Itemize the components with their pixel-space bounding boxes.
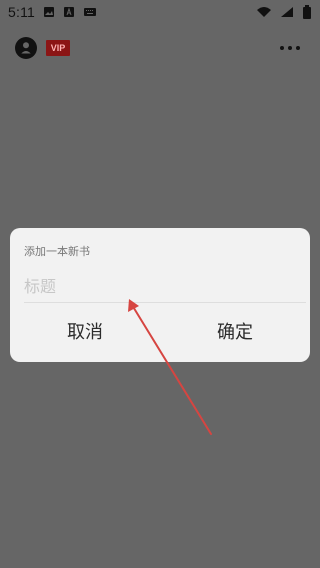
dialog-title: 添加一本新书 <box>24 245 90 258</box>
more-horizontal-icon[interactable] <box>280 41 300 55</box>
confirm-button[interactable]: 确定 <box>160 316 310 350</box>
status-left: 5:11 <box>8 4 97 20</box>
status-right <box>256 5 312 19</box>
more-dot-1 <box>280 46 284 50</box>
vip-badge[interactable]: VIP <box>46 40 70 56</box>
book-title-input[interactable] <box>24 270 306 303</box>
user-avatar-icon[interactable] <box>15 37 37 59</box>
cancel-button[interactable]: 取消 <box>10 316 160 350</box>
dialog-actions: 取消 确定 <box>10 316 310 350</box>
image-icon <box>43 6 55 18</box>
keyboard-icon <box>83 7 97 17</box>
more-dot-3 <box>296 46 300 50</box>
top-header: VIP <box>0 32 320 64</box>
status-time: 5:11 <box>8 4 36 20</box>
signal-icon <box>280 6 294 18</box>
add-book-dialog: 添加一本新书 取消 确定 <box>10 228 310 362</box>
more-dot-2 <box>288 46 292 50</box>
wifi-icon <box>256 6 272 18</box>
battery-icon <box>302 5 312 19</box>
status-bar: 5:11 <box>0 0 320 24</box>
text-icon <box>63 6 75 18</box>
